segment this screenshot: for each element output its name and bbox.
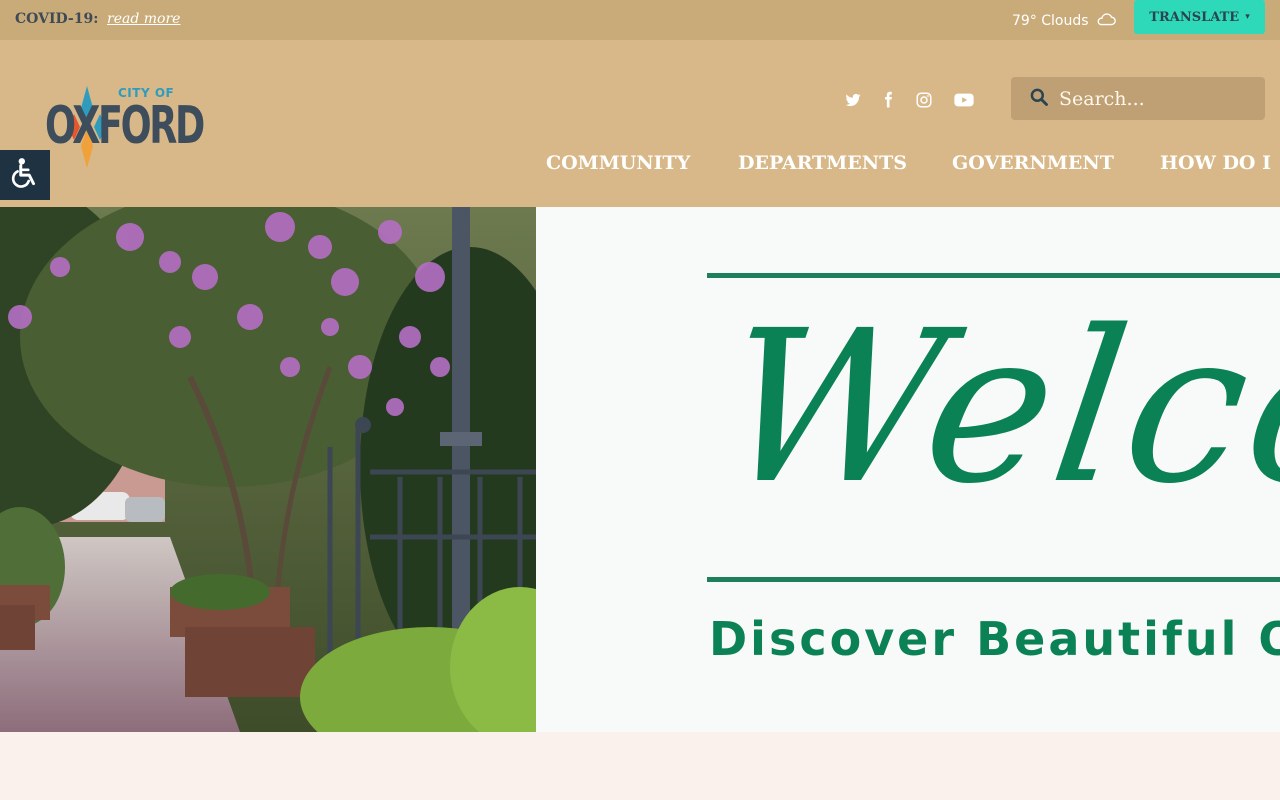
welcome-panel: Welcom Discover Beautiful Ox — [536, 207, 1280, 732]
site-header: CITY OF OXFORD — [0, 40, 1280, 207]
garden-photo — [0, 207, 590, 732]
youtube-icon[interactable] — [952, 90, 976, 110]
logo-wordmark: OXFORD — [45, 96, 205, 156]
hero-banner: Welcom Discover Beautiful Ox — [0, 207, 1280, 732]
nav-government[interactable]: GOVERNMENT — [952, 152, 1114, 174]
welcome-subtitle: Discover Beautiful Ox — [709, 612, 1280, 666]
read-more-link[interactable]: read more — [107, 11, 180, 27]
nav-departments[interactable]: DEPARTMENTS — [738, 152, 907, 174]
instagram-icon[interactable] — [914, 90, 934, 110]
welcome-top-rule — [707, 273, 1280, 278]
translate-button[interactable]: TRANSLATE ▾ — [1134, 0, 1265, 34]
accessibility-button[interactable] — [0, 150, 50, 200]
cloud-icon — [1095, 11, 1117, 31]
search-box[interactable] — [1011, 77, 1265, 120]
welcome-bottom-rule — [707, 577, 1280, 582]
chevron-down-icon: ▾ — [1245, 12, 1250, 22]
twitter-icon[interactable] — [843, 90, 863, 110]
facebook-icon[interactable] — [878, 90, 898, 110]
weather-widget: 79° Clouds — [1012, 11, 1117, 31]
main-nav: COMMUNITY DEPARTMENTS GOVERNMENT HOW DO … — [0, 152, 1280, 176]
welcome-script-text: Welcom — [708, 285, 1280, 530]
search-icon[interactable] — [1029, 87, 1049, 111]
alert-bar: COVID-19: read more 79° Clouds TRANSLATE… — [0, 0, 1280, 40]
nav-how-do-i[interactable]: HOW DO I — [1160, 152, 1271, 174]
alert-label: COVID-19: — [15, 11, 99, 27]
search-input[interactable] — [1059, 87, 1249, 110]
wheelchair-icon — [8, 156, 42, 194]
nav-community[interactable]: COMMUNITY — [546, 152, 690, 174]
translate-label: TRANSLATE — [1149, 9, 1240, 25]
weather-text: 79° Clouds — [1012, 13, 1089, 29]
